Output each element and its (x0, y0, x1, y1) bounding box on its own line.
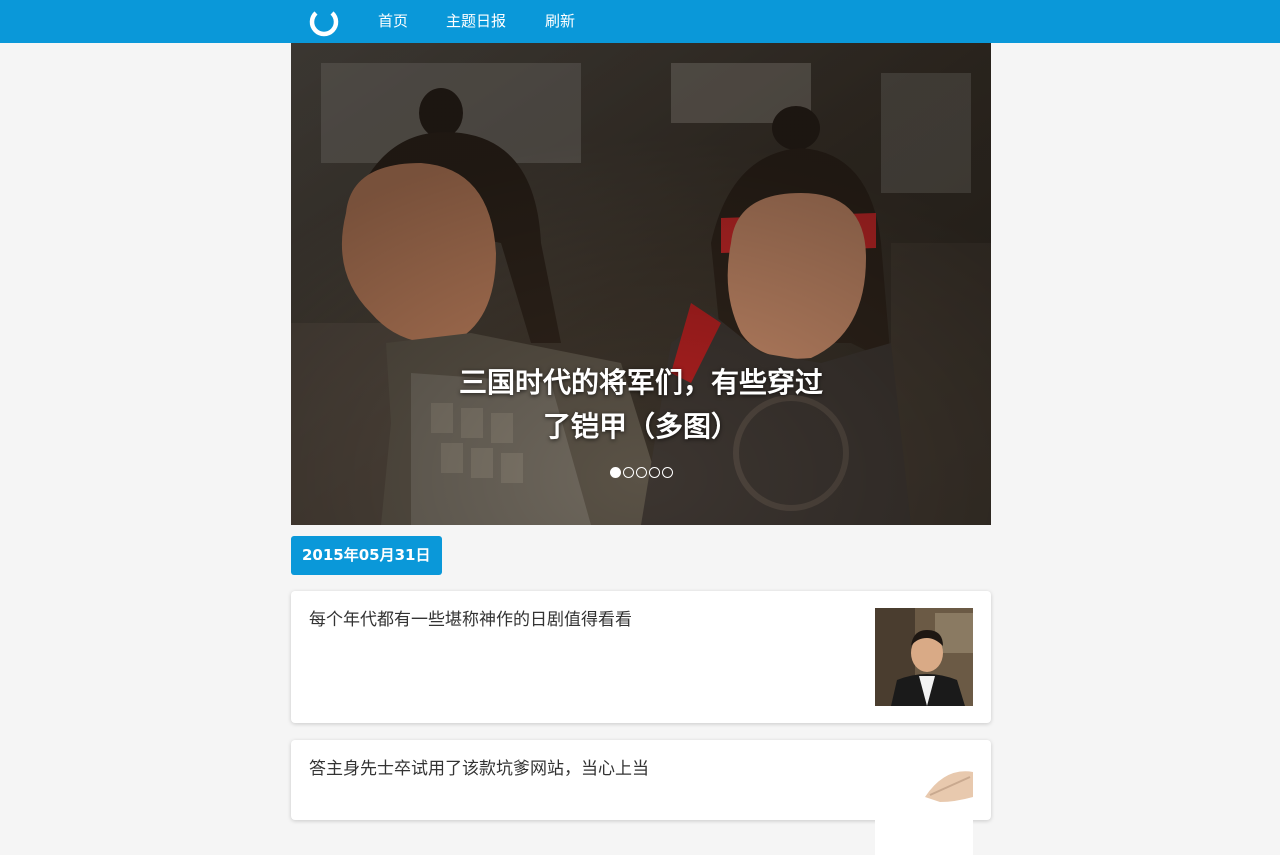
nav-home[interactable]: 首页 (378, 0, 408, 43)
hero-slide[interactable]: 三国时代的将军们，有些穿过 了铠甲（多图） (291, 43, 991, 525)
story-thumbnail[interactable] (875, 608, 973, 706)
story-title[interactable]: 每个年代都有一些堪称神作的日剧值得看看 (309, 607, 849, 633)
date-badge: 2015年05月31日 (291, 536, 442, 575)
hero-title[interactable]: 三国时代的将军们，有些穿过 了铠甲（多图） (431, 361, 851, 449)
hero-image (291, 43, 991, 525)
story-card[interactable]: 每个年代都有一些堪称神作的日剧值得看看 (291, 591, 991, 723)
story-title[interactable]: 答主身先士卒试用了该款坑爹网站，当心上当 (309, 756, 849, 782)
slide-dot-5[interactable] (661, 467, 673, 478)
story-thumbnail[interactable] (875, 757, 973, 855)
slide-dot-4[interactable] (648, 467, 660, 478)
slide-dot-3[interactable] (635, 467, 647, 478)
slide-dot-2[interactable] (622, 467, 634, 478)
thumbnail-image (875, 757, 973, 855)
slide-indicator (291, 467, 991, 483)
loading-ring-icon[interactable] (307, 6, 339, 38)
hero-title-line-2[interactable]: 了铠甲（多图） (431, 405, 851, 449)
thumbnail-image (875, 608, 973, 706)
story-card[interactable]: 答主身先士卒试用了该款坑爹网站，当心上当 (291, 740, 991, 855)
top-navigation-bar: 首页 主题日报 刷新 (0, 0, 1280, 43)
topbar-inner: 首页 主题日报 刷新 (291, 0, 991, 43)
nav-theme-daily[interactable]: 主题日报 (446, 0, 506, 43)
slide-dot-1[interactable] (609, 467, 621, 478)
hero-title-line-1[interactable]: 三国时代的将军们，有些穿过 (431, 361, 851, 405)
nav-refresh[interactable]: 刷新 (545, 0, 575, 43)
